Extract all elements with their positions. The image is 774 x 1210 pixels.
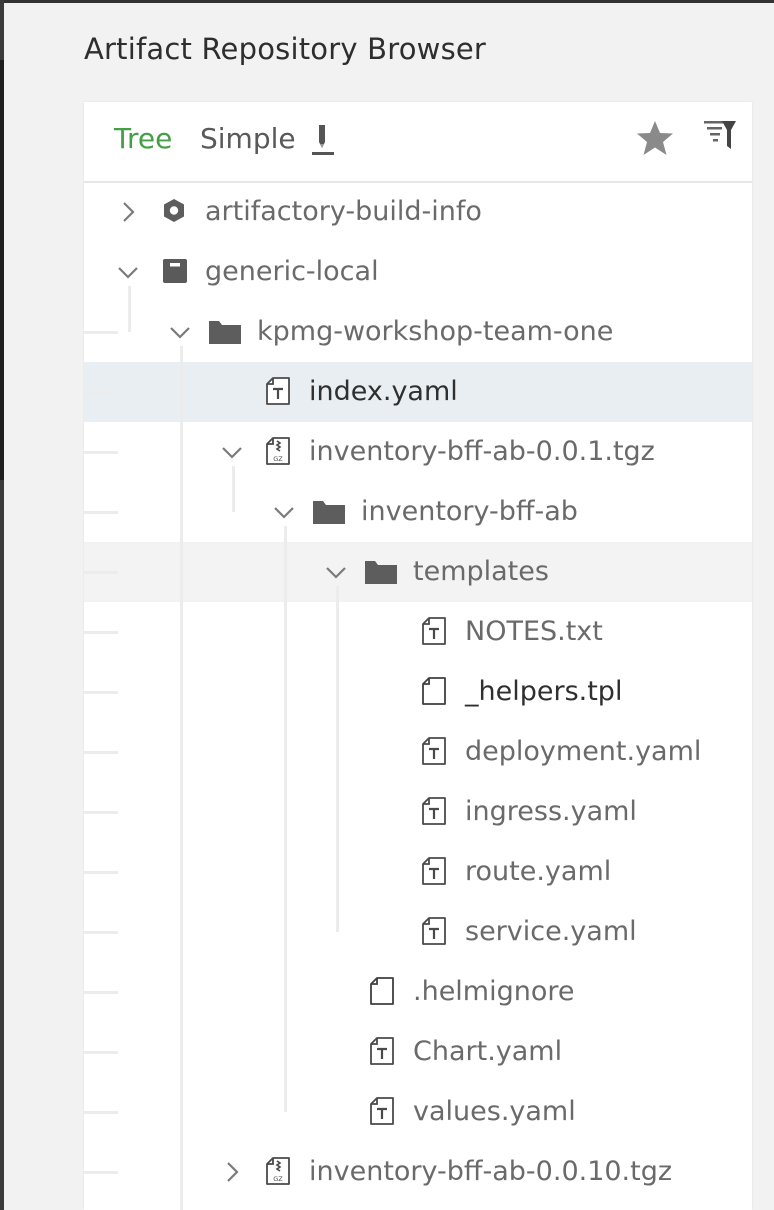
tree-browser-panel: Tree Simple artifactory-build-info generi…	[84, 102, 752, 1210]
file-icon	[370, 977, 394, 1005]
tree-node[interactable]: .helmignore	[84, 962, 752, 1022]
tree-node[interactable]: GZ inventory-bff-ab-0.0.10.tgz	[84, 1142, 752, 1202]
build-info-icon	[164, 199, 184, 222]
tree-node-label: NOTES.txt	[465, 616, 603, 647]
tree-node[interactable]: artifactory-build-info	[84, 182, 752, 242]
filter-icon[interactable]	[700, 116, 740, 156]
tree-node[interactable]: index.yaml	[84, 362, 752, 422]
tree-node-label: service.yaml	[465, 916, 637, 947]
tree-node[interactable]: ingress.yaml	[84, 782, 752, 842]
tree-node-label: deployment.yaml	[465, 736, 702, 767]
tree-node-label: generic-local	[205, 256, 379, 287]
folder-icon	[313, 501, 345, 524]
text-file-icon	[422, 917, 446, 945]
svg-text:GZ: GZ	[273, 1175, 283, 1183]
tab-tree[interactable]: Tree	[114, 122, 172, 155]
tree-node[interactable]: _helpers.tpl	[84, 662, 752, 722]
gz-archive-icon: GZ	[266, 437, 290, 465]
tree-node-label: Chart.yaml	[413, 1036, 563, 1067]
file-icon	[422, 677, 446, 705]
text-file-icon	[422, 737, 446, 765]
window-left-edge-shadow	[0, 60, 4, 480]
tree-node-label: kpmg-workshop-team-one	[257, 316, 614, 347]
text-file-icon	[422, 617, 446, 645]
tree-node-label: templates	[413, 556, 549, 587]
tree-node[interactable]: values.yaml	[84, 1082, 752, 1142]
tree-node-label: _helpers.tpl	[465, 676, 623, 707]
svg-text:GZ: GZ	[273, 455, 283, 463]
tree-node-label: inventory-bff-ab	[361, 496, 578, 527]
tree-node[interactable]: GZ inventory-bff-ab-0.0.1.tgz	[84, 422, 752, 482]
tree-node-label: .helmignore	[413, 976, 575, 1007]
star-icon[interactable]	[635, 118, 675, 158]
tree-node[interactable]: kpmg-workshop-team-one	[84, 302, 752, 362]
tree-node-label: ingress.yaml	[465, 796, 637, 827]
tree-node[interactable]: route.yaml	[84, 842, 752, 902]
tree-node[interactable]: inventory-bff-ab	[84, 482, 752, 542]
view-mode-tabs: Tree Simple	[84, 102, 752, 183]
chevron-down-icon[interactable]	[168, 320, 192, 344]
text-file-icon	[370, 1097, 394, 1125]
text-file-icon	[422, 797, 446, 825]
folder-icon	[209, 321, 241, 344]
tree-node[interactable]: service.yaml	[84, 902, 752, 962]
tree-node-label: inventory-bff-ab-0.0.1.tgz	[309, 436, 655, 467]
folder-icon	[365, 561, 397, 584]
chevron-right-icon[interactable]	[220, 1160, 244, 1184]
text-file-icon	[266, 377, 290, 405]
gz-archive-icon: GZ	[266, 1157, 290, 1185]
tree-node-label: artifactory-build-info	[205, 196, 482, 227]
edit-pen-icon[interactable]	[310, 122, 336, 158]
tree-node[interactable]: templates	[84, 542, 752, 602]
tab-simple[interactable]: Simple	[200, 122, 296, 155]
tree-node[interactable]: generic-local	[84, 242, 752, 302]
chevron-down-icon[interactable]	[324, 560, 348, 584]
text-file-icon	[370, 1037, 394, 1065]
tree-node-label: inventory-bff-ab-0.0.10.tgz	[309, 1156, 673, 1187]
tree-node-label: values.yaml	[413, 1096, 576, 1127]
chevron-right-icon[interactable]	[116, 200, 140, 224]
tree-node[interactable]: deployment.yaml	[84, 722, 752, 782]
chevron-down-icon[interactable]	[220, 440, 244, 464]
repository-icon	[163, 259, 187, 283]
window-top-edge	[0, 0, 774, 3]
tree-node[interactable]: NOTES.txt	[84, 602, 752, 662]
text-file-icon	[422, 857, 446, 885]
tree-node[interactable]: Chart.yaml	[84, 1022, 752, 1082]
page-title: Artifact Repository Browser	[84, 32, 487, 66]
chevron-down-icon[interactable]	[116, 260, 140, 284]
chevron-down-icon[interactable]	[272, 500, 296, 524]
tree-node-label: route.yaml	[465, 856, 612, 887]
tree-node-label: index.yaml	[309, 376, 458, 407]
